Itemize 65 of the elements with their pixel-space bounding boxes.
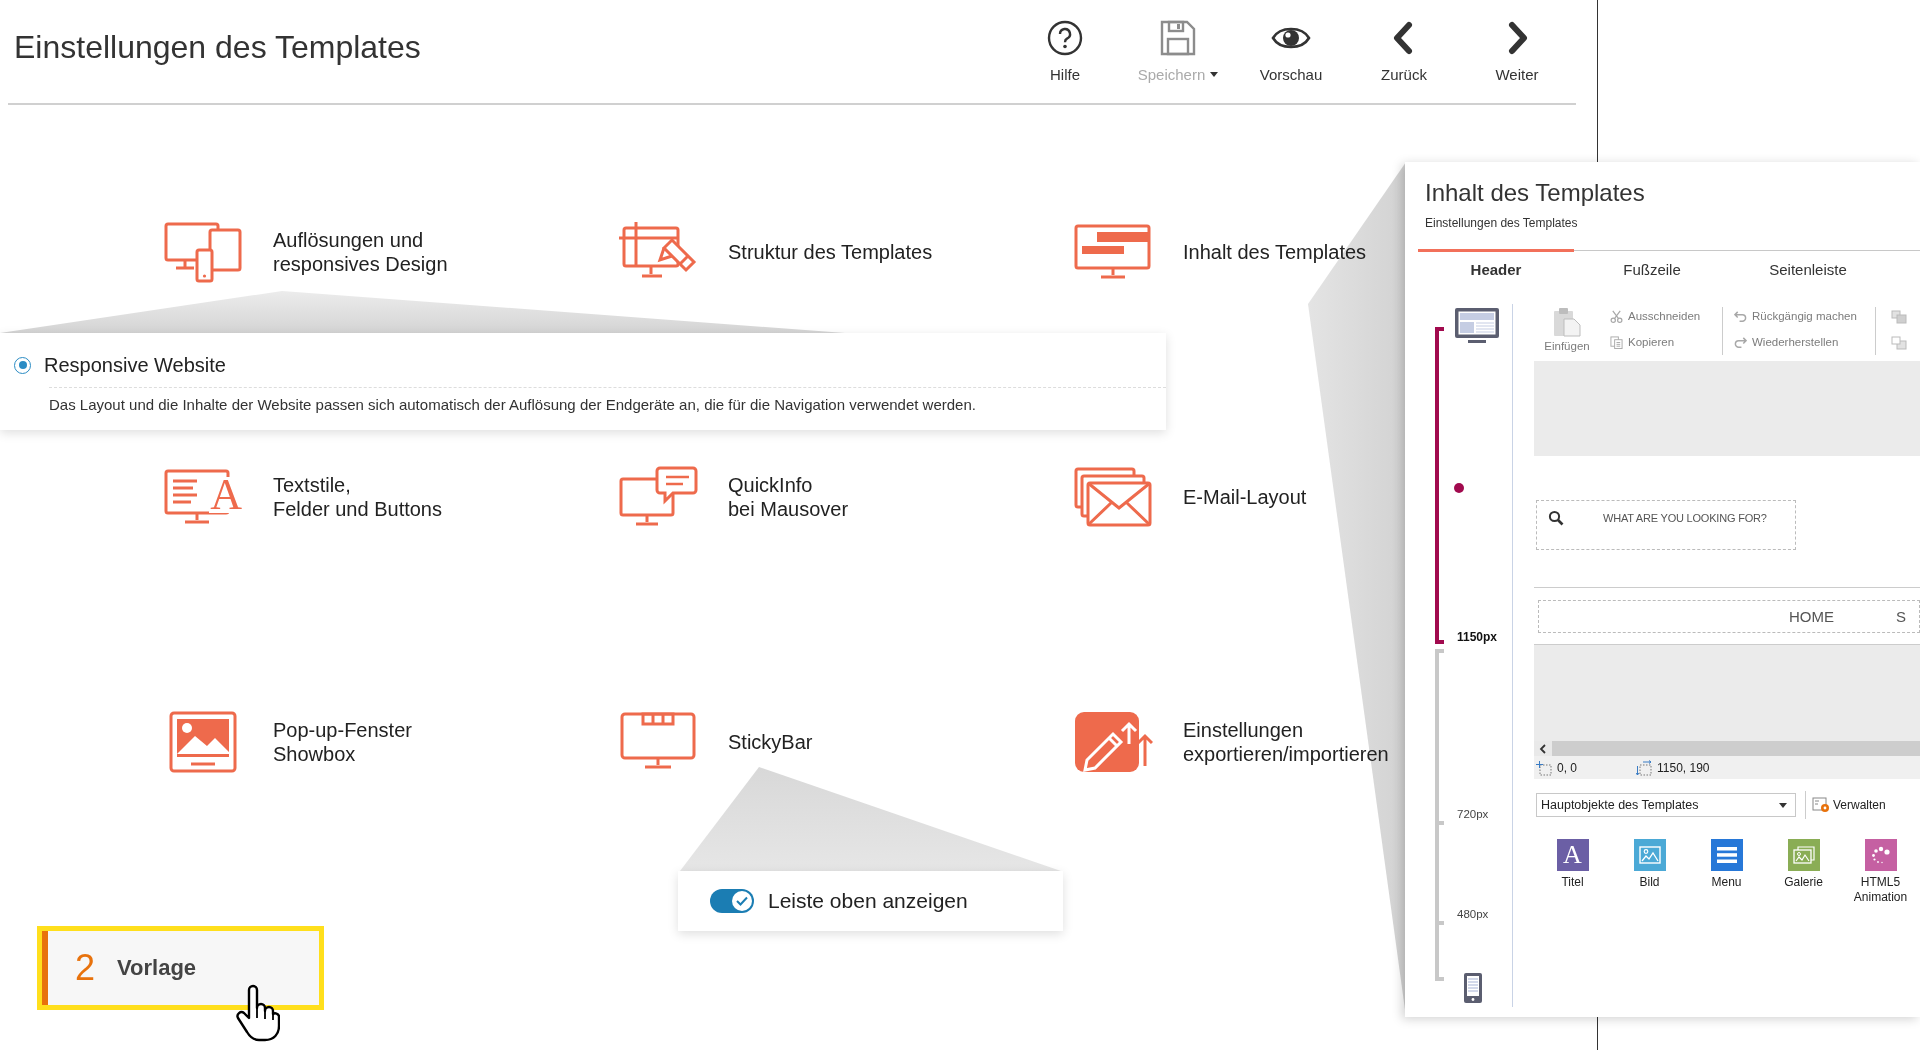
page-title: Einstellungen des Templates (13, 29, 421, 66)
clipboard-icon (1553, 307, 1581, 337)
option-label[interactable]: Responsive Website (44, 353, 226, 377)
window-gear-icon (1812, 797, 1830, 813)
position-value: 0, 0 (1557, 760, 1577, 775)
object-button[interactable]: Galerie (1765, 839, 1842, 905)
menu-item[interactable]: S (1896, 608, 1906, 625)
option-description: Das Layout und die Inhalte der Website passen sich automatisch der Auflösung der Endgeräte an, die für die Navigation verwendet werden. (49, 396, 976, 414)
toggle-switch[interactable] (710, 889, 754, 913)
manage-button[interactable]: Verwalten (1812, 797, 1886, 813)
tab[interactable]: Header (1418, 249, 1574, 282)
hand-cursor-icon (236, 984, 280, 1042)
breakpoint-label: 480px (1457, 907, 1489, 921)
tab[interactable]: Seitenleiste (1730, 249, 1886, 282)
letter-tile-icon: A (1556, 839, 1589, 871)
pencil-arrows-icon (1073, 710, 1153, 774)
toolbar-button[interactable]: Zurück (1349, 19, 1459, 84)
scrollbar-thumb[interactable] (1552, 741, 1920, 756)
settings-item[interactable]: QuickInfo bei Mausover (618, 457, 849, 537)
check-icon (736, 896, 748, 906)
settings-item[interactable]: E-Mail-Layout (1073, 457, 1307, 537)
desktop-icon[interactable] (1454, 307, 1500, 344)
breakpoint-label: 1150px (1457, 630, 1498, 644)
search-field[interactable]: WHAT ARE YOU LOOKING FOR? (1536, 500, 1796, 550)
toggle-label: Leiste oben anzeigen (768, 889, 968, 913)
settings-item[interactable]: A Textstile, Felder und Buttons (163, 457, 442, 537)
settings-item[interactable]: Einstellungen exportieren/importieren (1073, 702, 1389, 782)
help-icon (1047, 19, 1083, 56)
phone-icon[interactable] (1463, 972, 1483, 1004)
breakpoint-label: 720px (1457, 807, 1489, 821)
step-tab[interactable]: 2 Vorlage (37, 926, 324, 1010)
panel-title: Inhalt des Templates (1425, 178, 1645, 208)
copy-icon (1610, 335, 1623, 349)
envelopes-icon (1073, 465, 1153, 529)
dropdown[interactable]: Hauptobjekte des Templates (1536, 793, 1796, 817)
settings-item[interactable]: Inhalt des Templates (1073, 212, 1367, 292)
redo-icon (1734, 335, 1747, 349)
size-value: 1150, 190 (1657, 760, 1710, 775)
settings-item[interactable]: Pop-up-Fenster Showbox (163, 702, 412, 782)
search-icon (1548, 510, 1564, 526)
caret-icon (1210, 72, 1219, 77)
tab[interactable]: Fußzeile (1574, 249, 1730, 282)
toolbar-button[interactable]: Vorschau (1236, 19, 1346, 84)
panel-subtitle: Einstellungen des Templates (1425, 215, 1578, 231)
save-icon (1160, 19, 1196, 56)
size-icon (1636, 759, 1652, 776)
settings-item[interactable]: Auflösungen und responsives Design (163, 212, 448, 292)
scissors-icon (1610, 309, 1623, 323)
object-button[interactable]: HTML5 Animation (1842, 839, 1919, 905)
menu-item[interactable]: HOME (1789, 608, 1834, 625)
scroll-left-icon[interactable] (1539, 743, 1547, 754)
toolbar-button[interactable]: Weiter (1462, 19, 1572, 84)
monitor-speech-bubble-icon (618, 465, 698, 529)
object-button[interactable]: Menu (1688, 839, 1765, 905)
toolbar-button[interactable]: Hilfe (1010, 19, 1120, 84)
devices-icon (163, 220, 243, 284)
caret-icon (1779, 802, 1787, 808)
undo-icon (1734, 309, 1747, 323)
dot-icon[interactable] (1454, 483, 1464, 493)
object-button[interactable]: Bild (1611, 839, 1688, 905)
position-icon (1536, 759, 1552, 776)
settings-item[interactable]: StickyBar (618, 702, 813, 782)
object-button[interactable]: A Titel (1534, 839, 1611, 905)
radio-button[interactable] (14, 356, 31, 374)
settings-item[interactable]: Struktur des Templates (618, 212, 933, 292)
